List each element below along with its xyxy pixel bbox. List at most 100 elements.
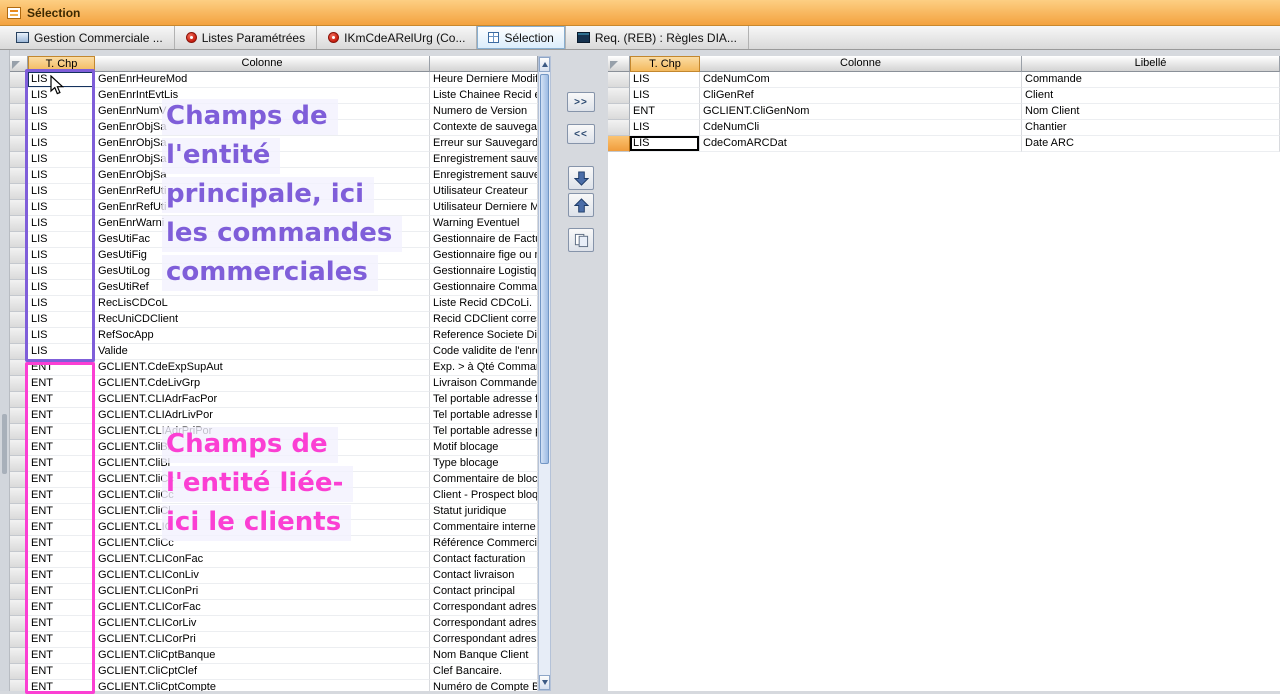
- table-row[interactable]: LIS CdeNumCli Chantier: [608, 120, 1280, 136]
- row-selector[interactable]: [10, 616, 28, 632]
- row-selector[interactable]: [10, 552, 28, 568]
- table-row[interactable]: ENT GCLIENT.CliCptBanque Nom Banque Clie…: [10, 648, 538, 664]
- row-selector[interactable]: [608, 120, 630, 136]
- row-selector[interactable]: [10, 248, 28, 264]
- table-row[interactable]: ENT GCLIENT.CLIConFac Contact facturatio…: [10, 552, 538, 568]
- header-colonne[interactable]: Colonne: [95, 56, 430, 72]
- table-row[interactable]: LIS CdeComARCDat Date ARC: [608, 136, 1280, 152]
- row-selector[interactable]: [608, 104, 630, 120]
- table-row[interactable]: LIS GenEnrObjSa Contexte de sauvegarde: [10, 120, 538, 136]
- row-selector[interactable]: [608, 88, 630, 104]
- move-all-left-button[interactable]: <<: [567, 124, 595, 144]
- row-selector[interactable]: [10, 168, 28, 184]
- row-selector[interactable]: [10, 376, 28, 392]
- table-row[interactable]: LIS GenEnrWarni Warning Eventuel: [10, 216, 538, 232]
- table-row[interactable]: LIS CdeNumCom Commande: [608, 72, 1280, 88]
- table-row[interactable]: ENT GCLIENT.CliCc Référence Commercial: [10, 536, 538, 552]
- row-selector[interactable]: [10, 456, 28, 472]
- row-selector[interactable]: [10, 232, 28, 248]
- table-row[interactable]: ENT GCLIENT.CLICorPri Correspondant adre…: [10, 632, 538, 648]
- table-row[interactable]: ENT GCLIENT.CLIC Commentaire interne: [10, 520, 538, 536]
- row-selector[interactable]: [10, 472, 28, 488]
- table-row[interactable]: LIS GenEnrRefUti Utilisateur Derniere Mo…: [10, 200, 538, 216]
- table-row[interactable]: ENT GCLIENT.CliCc Client - Prospect bloq…: [10, 488, 538, 504]
- header-libelle[interactable]: Libellé: [1022, 56, 1280, 72]
- table-row[interactable]: LIS GenEnrObjSa Enregistrement sauvega: [10, 168, 538, 184]
- vertical-scrollbar[interactable]: [538, 56, 551, 691]
- table-row[interactable]: ENT GCLIENT.CdeExpSupAut Exp. > à Qté Co…: [10, 360, 538, 376]
- table-row[interactable]: LIS GesUtiLog Gestionnaire Logistique: [10, 264, 538, 280]
- row-selector[interactable]: [10, 664, 28, 680]
- row-selector[interactable]: [10, 568, 28, 584]
- row-selector[interactable]: [10, 184, 28, 200]
- row-selector[interactable]: [10, 344, 28, 360]
- row-selector[interactable]: [10, 88, 28, 104]
- row-selector[interactable]: [10, 152, 28, 168]
- row-selector[interactable]: [10, 520, 28, 536]
- table-row[interactable]: LIS GenEnrHeureMod Heure Derniere Modif: [10, 72, 538, 88]
- table-row[interactable]: ENT GCLIENT.CliGenNom Nom Client: [608, 104, 1280, 120]
- row-selector[interactable]: [10, 632, 28, 648]
- scroll-down-button[interactable]: [539, 675, 550, 690]
- row-selector[interactable]: [10, 392, 28, 408]
- scrollbar-thumb[interactable]: [540, 74, 549, 464]
- table-row[interactable]: ENT GCLIENT.CLICorFac Correspondant adre…: [10, 600, 538, 616]
- row-selector[interactable]: [10, 120, 28, 136]
- select-all-corner[interactable]: [10, 56, 28, 72]
- table-row[interactable]: LIS GesUtiRef Gestionnaire Commande: [10, 280, 538, 296]
- row-selector[interactable]: [10, 104, 28, 120]
- table-row[interactable]: LIS Valide Code validite de l'enregi: [10, 344, 538, 360]
- scroll-up-button[interactable]: [539, 57, 550, 72]
- table-row[interactable]: LIS GenEnrObjSa Enregistrement sauvega: [10, 152, 538, 168]
- table-row[interactable]: ENT GCLIENT.CLIConLiv Contact livraison: [10, 568, 538, 584]
- table-row[interactable]: ENT GCLIENT.CliCptCompte Numéro de Compt…: [10, 680, 538, 691]
- header-colonne[interactable]: Colonne: [700, 56, 1022, 72]
- row-selector[interactable]: [10, 648, 28, 664]
- row-selector[interactable]: [10, 536, 28, 552]
- table-row[interactable]: ENT GCLIENT.CLIAdrLivPor Tel portable ad…: [10, 408, 538, 424]
- table-row[interactable]: LIS RecLisCDCoL Liste Recid CDCoLi.: [10, 296, 538, 312]
- move-up-button[interactable]: [568, 193, 594, 217]
- splitter-handle[interactable]: [2, 414, 7, 474]
- left-splitter[interactable]: [0, 50, 10, 691]
- table-row[interactable]: LIS RecUniCDClient Recid CDClient corres…: [10, 312, 538, 328]
- row-selector[interactable]: [608, 136, 630, 152]
- table-row[interactable]: LIS GenEnrObjSa Erreur sur Sauvegarde c: [10, 136, 538, 152]
- row-selector[interactable]: [10, 200, 28, 216]
- move-all-right-button[interactable]: >>: [567, 92, 595, 112]
- table-row[interactable]: ENT GCLIENT.CLIAdrPriPor Tel portable ad…: [10, 424, 538, 440]
- table-row[interactable]: LIS CliGenRef Client: [608, 88, 1280, 104]
- table-row[interactable]: ENT GCLIENT.CliBl Type blocage: [10, 456, 538, 472]
- row-selector[interactable]: [10, 136, 28, 152]
- table-row[interactable]: LIS GesUtiFig Gestionnaire fige ou nor: [10, 248, 538, 264]
- row-selector[interactable]: [10, 440, 28, 456]
- tab-selection[interactable]: Sélection: [477, 26, 565, 49]
- table-row[interactable]: ENT GCLIENT.CliCptClef Clef Bancaire.: [10, 664, 538, 680]
- tab-gestion-commerciale[interactable]: Gestion Commerciale ...: [5, 26, 175, 49]
- table-row[interactable]: ENT GCLIENT.CliCc Commentaire de blocag: [10, 472, 538, 488]
- row-selector[interactable]: [10, 296, 28, 312]
- table-row[interactable]: LIS GesUtiFac Gestionnaire de Factura: [10, 232, 538, 248]
- table-row[interactable]: ENT GCLIENT.CliCl Statut juridique: [10, 504, 538, 520]
- row-selector[interactable]: [10, 280, 28, 296]
- tab-ikmcdearelurg[interactable]: IKmCdeARelUrg (Co...: [317, 26, 477, 49]
- header-tchp[interactable]: T. Chp: [28, 56, 95, 72]
- table-row[interactable]: ENT GCLIENT.CliBl Motif blocage: [10, 440, 538, 456]
- move-down-button[interactable]: [568, 166, 594, 190]
- row-selector[interactable]: [10, 360, 28, 376]
- row-selector[interactable]: [10, 584, 28, 600]
- row-selector[interactable]: [608, 72, 630, 88]
- row-selector[interactable]: [10, 72, 28, 88]
- header-libelle[interactable]: [430, 56, 538, 72]
- row-selector[interactable]: [10, 328, 28, 344]
- table-row[interactable]: ENT GCLIENT.CLICorLiv Correspondant adre…: [10, 616, 538, 632]
- table-row[interactable]: ENT GCLIENT.CLIConPri Contact principal: [10, 584, 538, 600]
- row-selector[interactable]: [10, 424, 28, 440]
- row-selector[interactable]: [10, 216, 28, 232]
- table-row[interactable]: LIS GenEnrRefUti Utilisateur Createur: [10, 184, 538, 200]
- tab-req-regles-dia[interactable]: Req. (REB) : Règles DIA...: [566, 26, 749, 49]
- copy-button[interactable]: [568, 228, 594, 252]
- table-row[interactable]: ENT GCLIENT.CLIAdrFacPor Tel portable ad…: [10, 392, 538, 408]
- tab-listes-parametrees[interactable]: Listes Paramétrées: [175, 26, 317, 49]
- row-selector[interactable]: [10, 504, 28, 520]
